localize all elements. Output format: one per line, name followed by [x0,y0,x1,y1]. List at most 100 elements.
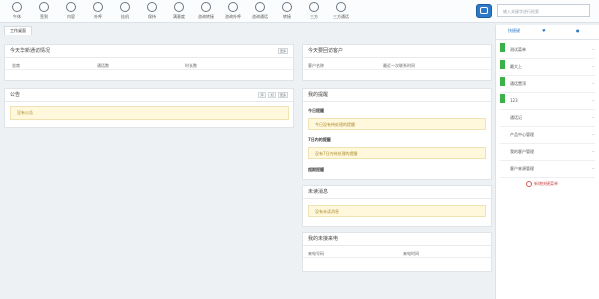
more-button[interactable]: 更多 [277,92,288,98]
toolbar-button-content[interactable]: 内容 [57,2,85,22]
clock-icon [12,2,22,12]
tab-shortcuts[interactable]: 快捷键 [508,28,520,34]
callback-customers-panel: 今天要回访客户 客户名称 最近一次联系时间 [302,44,492,81]
plus-circle-icon [526,181,532,187]
shortcut-item[interactable]: 客户来源管理 ⌄ [500,161,595,178]
column-header: 客户名称 [308,63,324,68]
toolbar-label: 保持 [148,14,156,19]
toolbar-button-threeway[interactable]: 三方 [300,2,328,22]
today-reminder-empty: 今日没有待处理的提醒 [308,118,486,130]
threeway-icon [309,2,319,12]
week-reminder-empty: 没有7日内待处理的提醒 [308,147,486,159]
shortcut-item[interactable]: 通话记 ⌄ [500,110,595,127]
consult-call-icon [228,2,238,12]
toolbar-label: 三方 [310,14,318,19]
flag-icon [500,94,505,103]
tab-workspace[interactable]: 工作桌面 [4,26,32,35]
unread-messages-panel: 未读消息 没有未读消息 [302,185,492,227]
shortcut-sidepanel: 快捷键 ♥ ● 测试菜单 ⌄ 最大上 ⌄ 通话置顶 ⌄ 123 ⌄ 通话记 ⌄ 产品中心管… [495,25,599,299]
heart-icon[interactable]: ♥ [542,28,546,33]
shortcut-label: 产品中心管理 [510,132,534,137]
shortcut-label: 测试菜单 [510,47,526,52]
toolbar-label: 三方通话 [333,14,349,19]
shortcut-label: 最大上 [510,64,522,69]
toolbar-label: 转接 [283,14,291,19]
column-header: 来电号码 [308,251,324,256]
shortcut-label: 通话记 [510,115,522,120]
search-button[interactable] [476,4,492,18]
toolbar-button-outbound[interactable]: 外呼 [84,2,112,22]
chevron-down-icon: ⌄ [591,80,595,85]
column-header: 时长数 [185,63,197,68]
toolbar-label: 满意度 [173,14,185,19]
panel-title: 今天华新通访情况 [5,45,293,58]
content-icon [66,2,76,12]
toolbar-button-consult-call[interactable]: 咨询外呼 [219,2,247,22]
top-toolbar: 午休 签到 内容 外呼 挂机 保持 满意度 咨询转接 咨询外呼 咨询通话 转接 … [0,0,599,23]
more-button[interactable]: 更多 [277,48,288,54]
toolbar-button-consult-transfer[interactable]: 咨询转接 [192,2,220,22]
notice-panel: 公告 添 加 更多 没有公告 [4,88,294,128]
toolbar-button-checkin[interactable]: 签到 [30,2,58,22]
shortcut-item[interactable]: 最大上 ⌄ [500,59,595,76]
chevron-down-icon: ⌄ [591,148,595,153]
toolbar-button-lunch[interactable]: 午休 [3,2,31,22]
column-header: 通话数 [97,63,109,68]
shortcut-label: 通话置顶 [510,81,526,86]
toolbar-label: 午休 [13,14,21,19]
consult-talk-icon [255,2,265,12]
add-shortcut-button[interactable]: 新增快捷菜单 [526,181,558,187]
shortcut-item[interactable]: 测试菜单 ⌄ [500,42,595,59]
toolbar-button-hangup[interactable]: 挂机 [111,2,139,22]
shortcut-item[interactable]: 产品中心管理 ⌄ [500,127,595,144]
add-button[interactable]: 加 [267,92,276,98]
table-header: 来电号码 来电时间 [303,249,491,258]
chevron-down-icon: ⌄ [591,63,595,68]
tab-bar: 工作桌面 [0,25,492,35]
column-header: 坐席 [12,63,20,68]
checkin-icon [39,2,49,12]
flag-icon [500,43,505,52]
toolbar-button-consult-talk[interactable]: 咨询通话 [246,2,274,22]
column-header: 来电时间 [403,251,419,256]
add-shortcut-label: 新增快捷菜单 [534,181,558,186]
user-icon[interactable]: ● [576,28,580,33]
shortcut-item[interactable]: 通话置顶 ⌄ [500,76,595,93]
overdue-reminder-label: 超期提醒 [308,167,324,172]
chevron-down-icon: ⌄ [591,131,595,136]
shortcut-item[interactable]: 123 ⌄ [500,93,595,110]
toolbar-label: 内容 [67,14,75,19]
chevron-down-icon: ⌄ [591,97,595,102]
reminders-panel: 我的提醒 今日提醒 今日没有待处理的提醒 7日内的提醒 没有7日内待处理的提醒 … [302,88,492,180]
panel-title: 我的提醒 [303,89,491,102]
toolbar-label: 外呼 [94,14,102,19]
panel-title: 今天要回访客户 [303,45,491,58]
chevron-down-icon: ⌄ [591,165,595,170]
add-button[interactable]: 添 [257,92,266,98]
search-input[interactable]: 输入关键字进行检索 [497,4,590,17]
book-icon [480,7,488,14]
shortcut-item[interactable]: 我的客户管理 ⌄ [500,144,595,161]
satisfaction-icon [174,2,184,12]
shortcut-label: 我的客户管理 [510,149,534,154]
toolbar-button-satisfaction[interactable]: 满意度 [165,2,193,22]
hold-icon [147,2,157,12]
panel-title: 未读消息 [303,186,491,199]
call-stats-panel: 今天华新通访情况 更多 坐席 通话数 时长数 [4,44,294,81]
table-header: 客户名称 最近一次联系时间 [303,61,491,70]
toolbar-button-threeway-talk[interactable]: 三方通话 [327,2,355,22]
shortcut-label: 123 [510,98,518,103]
table-header: 坐席 通话数 时长数 [5,61,293,70]
threeway-talk-icon [336,2,346,12]
toolbar-label: 咨询通话 [252,14,268,19]
flag-icon [500,60,505,69]
chevron-down-icon: ⌄ [591,46,595,51]
flag-icon [500,77,505,86]
toolbar-button-transfer[interactable]: 转接 [273,2,301,22]
chevron-down-icon: ⌄ [591,114,595,119]
unread-empty-message: 没有未读消息 [308,205,486,217]
toolbar-label: 挂机 [121,14,129,19]
side-tabs: 快捷键 ♥ ● [496,25,599,40]
transfer-icon [282,2,292,12]
toolbar-button-hold[interactable]: 保持 [138,2,166,22]
